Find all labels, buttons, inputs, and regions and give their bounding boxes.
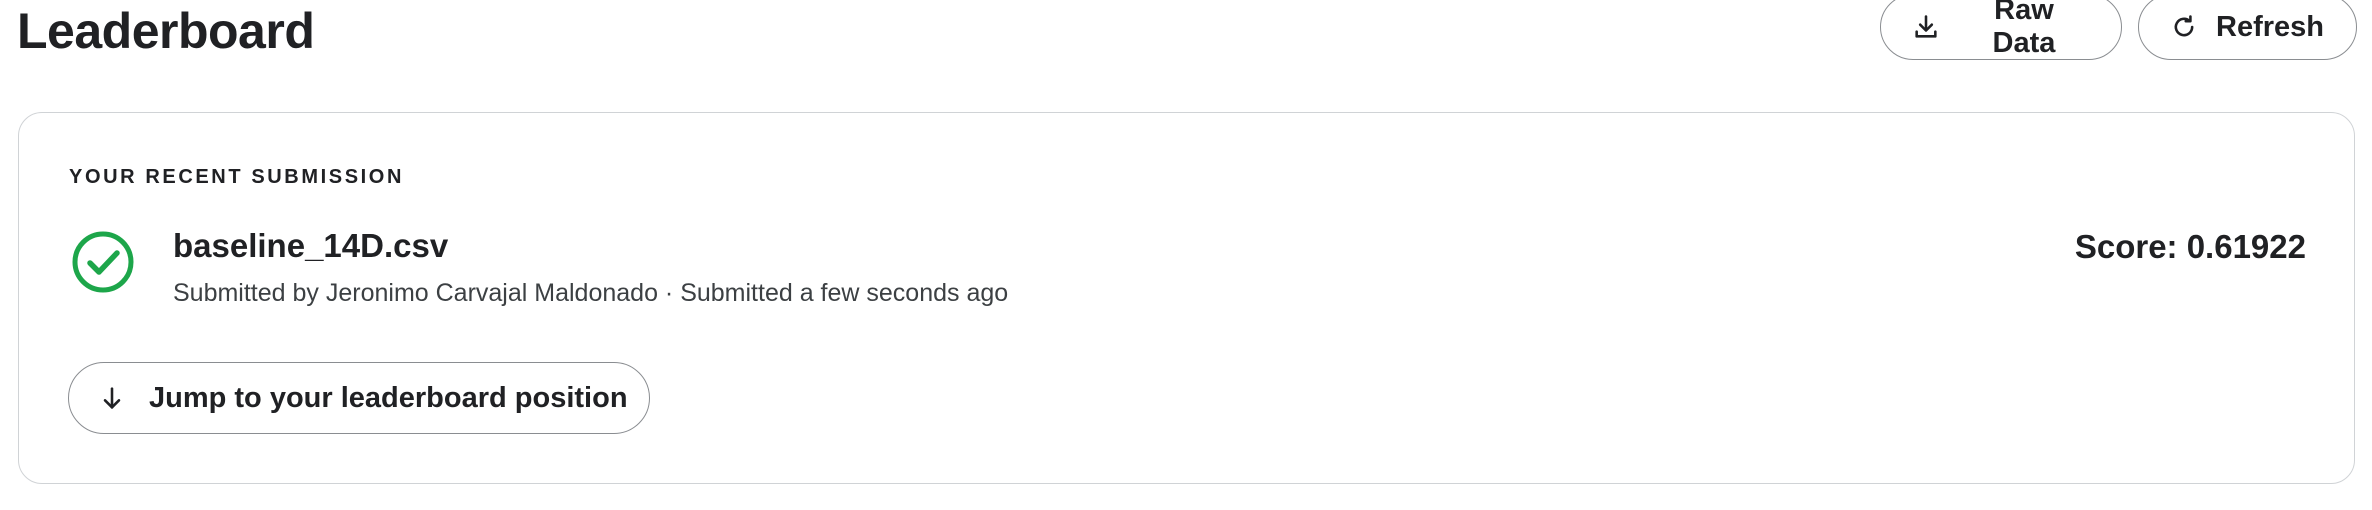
arrow-down-icon xyxy=(97,383,127,413)
raw-data-button[interactable]: Raw Data xyxy=(1880,0,2122,60)
check-circle-icon xyxy=(71,230,135,294)
refresh-icon xyxy=(2169,12,2198,42)
submission-score: Score: 0.61922 xyxy=(2074,228,2306,265)
submission-meta: Submitted by Jeronimo Carvajal Maldonado… xyxy=(173,279,1009,307)
page-title: Leaderboard xyxy=(17,3,315,59)
recent-submission-card: YOUR RECENT SUBMISSION baseline_14D.csv … xyxy=(18,112,2355,484)
leaderboard-page: Leaderboard Raw Data Refresh YOUR RECENT… xyxy=(0,0,2372,510)
raw-data-label: Raw Data xyxy=(1992,0,2056,59)
refresh-label: Refresh xyxy=(2216,10,2324,43)
card-heading: YOUR RECENT SUBMISSION xyxy=(69,166,405,188)
submission-file-name: baseline_14D.csv xyxy=(173,227,449,264)
jump-label: Jump to your leaderboard position xyxy=(149,381,628,414)
download-icon xyxy=(1911,12,1941,42)
refresh-button[interactable]: Refresh xyxy=(2138,0,2357,60)
jump-to-position-button[interactable]: Jump to your leaderboard position xyxy=(68,362,650,434)
